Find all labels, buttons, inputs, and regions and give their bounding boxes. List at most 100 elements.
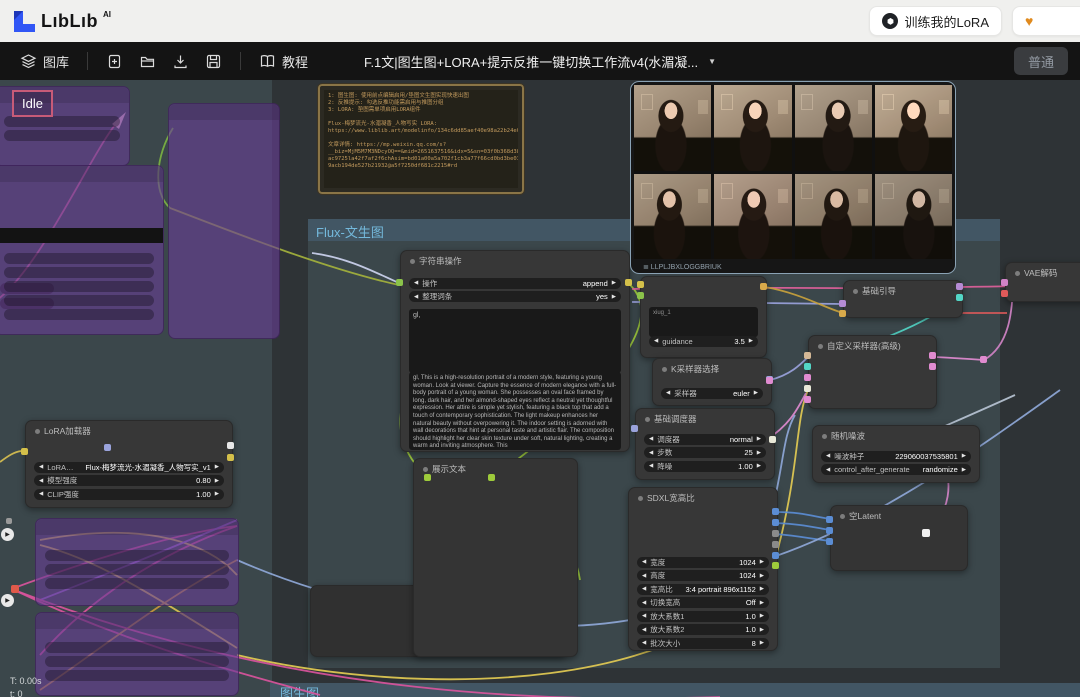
widget-row[interactable]: 操作append [409, 278, 621, 289]
reroute-dot[interactable] [922, 529, 930, 537]
widget-row[interactable]: 整理词条yes [409, 291, 621, 302]
node-collapse-dot[interactable] [840, 514, 845, 519]
widget-row[interactable]: 采样器euler [661, 388, 763, 399]
sdxl-aspect-ratio-node[interactable]: SDXL宽高比 宽度1024高度1024宽高比3:4 portrait 896x… [628, 487, 778, 651]
input-port[interactable] [104, 444, 111, 451]
input-port[interactable] [637, 292, 644, 299]
group-img2img-header[interactable] [270, 683, 1080, 697]
basic-scheduler-node[interactable]: 基础调度器 调度器normal步数25降噪1.00 [635, 408, 775, 480]
bypassed-node[interactable] [0, 165, 164, 335]
input-port[interactable] [826, 538, 833, 545]
reroute-dot[interactable] [980, 356, 987, 363]
portrait-photo[interactable] [795, 174, 872, 260]
node-collapse-dot[interactable] [662, 367, 667, 372]
string-input-textarea[interactable]: gl, [409, 309, 621, 373]
ksampler-select-node[interactable]: K采样器选择 采样器euler [652, 358, 772, 406]
portrait-photo[interactable] [634, 85, 711, 171]
input-port[interactable] [1001, 279, 1008, 286]
widget-row[interactable]: 批次大小8 [637, 638, 769, 649]
input-port[interactable] [826, 527, 833, 534]
bypassed-lora-node[interactable] [35, 612, 239, 696]
flux-guidance-node[interactable]: xiug_1 guidance3.5 [640, 276, 767, 358]
output-port[interactable] [956, 294, 963, 301]
widget-row[interactable]: 噪波种子229060037535801 [821, 451, 971, 462]
preview-image-node[interactable]: ≣ LLPLJBXLOGGBRIUK [630, 81, 956, 274]
output-port[interactable] [772, 519, 779, 526]
node-graph-canvas[interactable]: Flux-文生图 图生图 [0, 80, 1080, 697]
random-noise-node[interactable]: 随机噪波 噪波种子229060037535801control_after_ge… [812, 425, 980, 483]
node-collapse-dot[interactable] [822, 434, 827, 439]
node-collapse-dot[interactable] [645, 417, 650, 422]
string-result-textarea[interactable]: gl, This is a high-resolution portrait o… [409, 372, 621, 450]
bypassed-lora-node[interactable] [35, 518, 239, 606]
input-port[interactable] [804, 352, 811, 359]
collapsed-node-toggle[interactable]: ▶ [1, 528, 14, 541]
input-port[interactable] [396, 279, 403, 286]
bypassed-node[interactable] [168, 103, 280, 339]
node-collapse-dot[interactable] [638, 496, 643, 501]
workflow-title-dropdown[interactable]: F.1文|图生图+LORA+提示反推一键切换工作流v4(水湄凝... ▼ [364, 52, 716, 71]
output-port[interactable] [772, 530, 779, 537]
node-collapse-dot[interactable] [818, 344, 823, 349]
empty-latent-node[interactable]: 空Latent [830, 505, 968, 571]
output-port[interactable] [772, 508, 779, 515]
portrait-photo[interactable] [875, 85, 952, 171]
reroute-dot[interactable] [11, 585, 19, 593]
output-port[interactable] [929, 363, 936, 370]
widget-row[interactable]: 降噪1.00 [644, 461, 766, 472]
output-port[interactable] [956, 283, 963, 290]
gallery-button[interactable]: 图库 [12, 47, 77, 75]
reroute-dot[interactable] [766, 377, 773, 384]
save-button[interactable] [197, 47, 230, 75]
string-operation-node[interactable]: 字符串操作 操作append整理词条yes gl, gl, This is a … [400, 250, 630, 452]
train-lora-button[interactable]: ⬢ 训练我的LoRA [869, 6, 1002, 36]
sampler-custom-advanced-node[interactable]: 自定义采样器(高级) [808, 335, 937, 409]
reroute-dot[interactable] [6, 518, 12, 524]
input-port[interactable] [826, 516, 833, 523]
output-port[interactable] [227, 442, 234, 449]
mode-button[interactable]: 普通 [1014, 47, 1068, 75]
open-workflow-button[interactable] [131, 47, 164, 75]
widget-row[interactable]: 切换宽高Off [637, 597, 769, 608]
input-port[interactable] [804, 396, 811, 403]
input-port[interactable] [1001, 290, 1008, 297]
output-port[interactable] [760, 283, 767, 290]
widget-row[interactable]: 高度1024 [637, 570, 769, 581]
widget-row[interactable]: 调度器normal [644, 434, 766, 445]
widget-row[interactable]: 宽度1024 [637, 557, 769, 568]
node-collapse-dot[interactable] [410, 259, 415, 264]
basic-guider-node[interactable]: 基础引导 [843, 280, 963, 318]
output-port[interactable] [772, 552, 779, 559]
membership-button[interactable]: ♥ [1012, 6, 1080, 36]
input-port[interactable] [637, 281, 644, 288]
widget-row[interactable]: control_after_generaterandomize [821, 464, 971, 475]
portrait-photo[interactable] [795, 85, 872, 171]
node-collapse-dot[interactable] [35, 429, 40, 434]
node-collapse-dot[interactable] [423, 467, 428, 472]
input-port[interactable] [804, 374, 811, 381]
tutorial-button[interactable]: 教程 [251, 47, 316, 75]
widget-row[interactable]: CLIP强度1.00 [34, 489, 224, 500]
input-port[interactable] [839, 310, 846, 317]
portrait-photo[interactable] [714, 85, 791, 171]
output-port[interactable] [772, 562, 779, 569]
input-port[interactable] [804, 363, 811, 370]
lora-loader-node[interactable]: LoRA加载器 LoRA名称Flux-梅梦流光-水湄凝香_人物写实_v1模型强度… [25, 420, 233, 508]
output-port[interactable] [227, 454, 234, 461]
widget-row[interactable]: 宽高比3:4 portrait 896x1152 [637, 584, 769, 595]
portrait-photo[interactable] [875, 174, 952, 260]
input-port[interactable] [839, 300, 846, 307]
show-text-node[interactable]: 展示文本 [413, 458, 578, 657]
liblib-logo[interactable]: LıbLıb AI [12, 9, 111, 33]
output-port[interactable] [772, 541, 779, 548]
input-port[interactable] [631, 425, 638, 432]
widget-row[interactable]: 放大系数21.0 [637, 624, 769, 635]
vae-decode-node[interactable]: VAE解码 [1005, 262, 1080, 302]
widget-row[interactable]: guidance3.5 [649, 336, 758, 347]
widget-row[interactable]: 模型强度0.80 [34, 475, 224, 486]
note-node[interactable]: 1: 图生图: 使用前点编辑启用/垫图文生图实现快速出图2: 反推提示: 勾选反… [318, 84, 524, 194]
node-collapse-dot[interactable] [853, 289, 858, 294]
output-port[interactable] [488, 474, 495, 481]
portrait-photo[interactable] [634, 174, 711, 260]
input-port[interactable] [424, 474, 431, 481]
